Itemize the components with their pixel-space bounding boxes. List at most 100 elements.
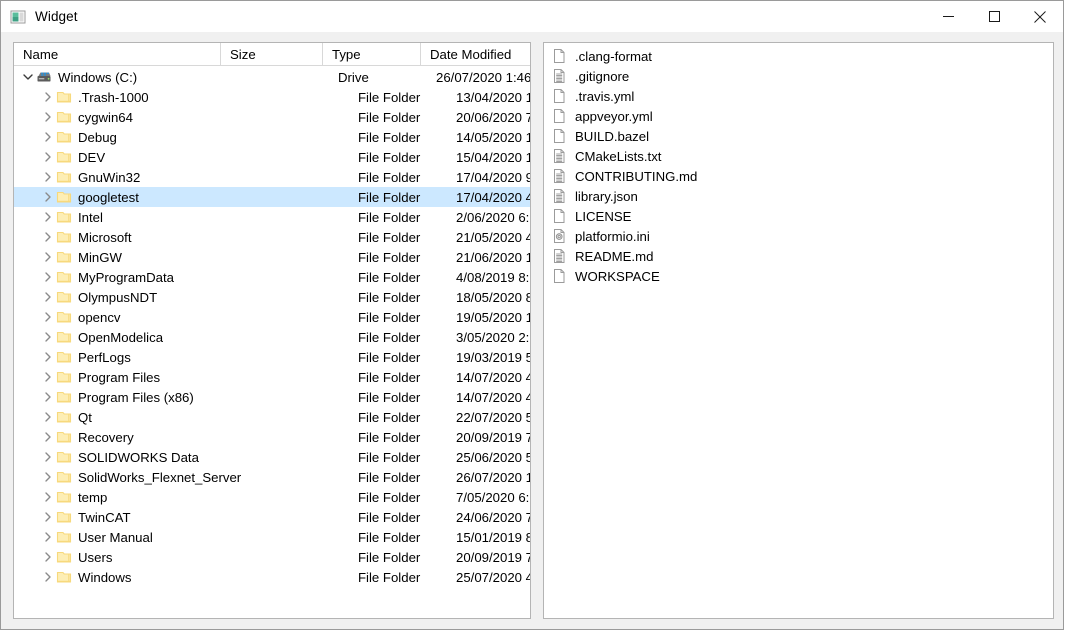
chevron-right-icon[interactable] xyxy=(40,169,56,185)
chevron-right-icon[interactable] xyxy=(40,309,56,325)
tree-row-date-cell: 24/06/2020 7:26 PM xyxy=(456,509,530,525)
tree-row[interactable]: TwinCAT File Folder 24/06/2020 7:26 PM xyxy=(14,507,530,527)
chevron-right-icon[interactable] xyxy=(40,189,56,205)
tree-row[interactable]: SolidWorks_Flexnet_Server File Folder 26/0… xyxy=(14,467,530,487)
title-bar: Widget xyxy=(1,1,1063,32)
file-list-item-label: README.md xyxy=(575,248,654,264)
chevron-right-icon[interactable] xyxy=(40,209,56,225)
tree-row-name-cell: Microsoft xyxy=(14,227,247,247)
file-list-item[interactable]: .clang-format xyxy=(544,46,1053,66)
tree-row[interactable]: Program Files File Folder 14/07/2020 4:31 … xyxy=(14,367,530,387)
tree-row-label: MinGW xyxy=(78,249,122,265)
file-list-item[interactable]: BUILD.bazel xyxy=(544,126,1053,146)
chevron-right-icon[interactable] xyxy=(40,409,56,425)
column-header-date[interactable]: Date Modified xyxy=(421,43,530,66)
tree-row-type-cell: File Folder xyxy=(358,389,421,405)
tree-row[interactable]: SOLIDWORKS Data File Folder 25/06/2020 5:1… xyxy=(14,447,530,467)
column-header-size[interactable]: Size xyxy=(221,43,323,66)
chevron-right-icon[interactable] xyxy=(40,369,56,385)
tree-row[interactable]: User Manual File Folder 15/01/2019 8:37 A.… xyxy=(14,527,530,547)
minimize-button[interactable] xyxy=(925,1,971,32)
chevron-right-icon[interactable] xyxy=(40,289,56,305)
chevron-right-icon[interactable] xyxy=(40,509,56,525)
chevron-right-icon[interactable] xyxy=(40,429,56,445)
tree-row-date-cell: 21/06/2020 11:41 ... xyxy=(456,249,530,265)
tree-row[interactable]: cygwin64 File Folder 20/06/2020 7:28 PM xyxy=(14,107,530,127)
tree-row[interactable]: MyProgramData File Folder 4/08/2019 8:57 A… xyxy=(14,267,530,287)
file-list-item[interactable]: README.md xyxy=(544,246,1053,266)
tree-row[interactable]: Users File Folder 20/09/2019 7:27 A... xyxy=(14,547,530,567)
tree-row[interactable]: GnuWin32 File Folder 17/04/2020 9:58 PM xyxy=(14,167,530,187)
chevron-right-icon[interactable] xyxy=(40,549,56,565)
file-list-item[interactable]: library.json xyxy=(544,186,1053,206)
content-area: Name Size Type Date Modified Windows (C:) Dr… xyxy=(1,32,1063,629)
file-list-item[interactable]: CMakeLists.txt xyxy=(544,146,1053,166)
chevron-right-icon[interactable] xyxy=(40,449,56,465)
chevron-right-icon[interactable] xyxy=(40,89,56,105)
column-header-name[interactable]: Name xyxy=(14,43,221,66)
tree-row-type-cell: File Folder xyxy=(358,169,421,185)
tree-row[interactable]: Intel File Folder 2/06/2020 6:53 PM xyxy=(14,207,530,227)
tree-row-label: Qt xyxy=(78,409,92,425)
tree-row[interactable]: googletest File Folder 17/04/2020 4:26 PM xyxy=(14,187,530,207)
tree-row[interactable]: Debug File Folder 14/05/2020 11:49 ... xyxy=(14,127,530,147)
chevron-right-icon[interactable] xyxy=(40,469,56,485)
tree-row-date-cell: 20/09/2019 7:27 A... xyxy=(456,549,530,565)
file-list-item[interactable]: .travis.yml xyxy=(544,86,1053,106)
column-header-type[interactable]: Type xyxy=(323,43,421,66)
chevron-down-icon[interactable] xyxy=(20,69,36,85)
maximize-button[interactable] xyxy=(971,1,1017,32)
tree-row-label: GnuWin32 xyxy=(78,169,141,185)
tree-row-label: Windows (C:) xyxy=(58,69,138,85)
tree-row[interactable]: .Trash-1000 File Folder 13/04/2020 10:36 .… xyxy=(14,87,530,107)
chevron-right-icon[interactable] xyxy=(40,229,56,245)
tree-row[interactable]: Windows File Folder 25/07/2020 4:57 PM xyxy=(14,567,530,587)
file-list-item[interactable]: .gitignore xyxy=(544,66,1053,86)
tree-row[interactable]: opencv File Folder 19/05/2020 11:58 ... xyxy=(14,307,530,327)
tree-row-date-cell: 13/04/2020 10:36 ... xyxy=(456,89,530,105)
tree-row-name-cell: Debug xyxy=(14,127,247,147)
tree-row-label: temp xyxy=(78,489,108,505)
folder-icon xyxy=(56,529,72,545)
chevron-right-icon[interactable] xyxy=(40,529,56,545)
tree-row[interactable]: DEV File Folder 15/04/2020 12:03 ... xyxy=(14,147,530,167)
tree-row[interactable]: MinGW File Folder 21/06/2020 11:41 ... xyxy=(14,247,530,267)
tree-row[interactable]: Windows (C:) Drive 26/07/2020 1:46 PM xyxy=(14,67,530,87)
chevron-right-icon[interactable] xyxy=(40,129,56,145)
tree-row[interactable]: PerfLogs File Folder 19/03/2019 5:52 PM xyxy=(14,347,530,367)
close-button[interactable] xyxy=(1017,1,1063,32)
tree-row-label: SOLIDWORKS Data xyxy=(78,449,199,465)
file-list-item[interactable]: appveyor.yml xyxy=(544,106,1053,126)
file-list-item[interactable]: WORKSPACE xyxy=(544,266,1053,286)
tree-row[interactable]: temp File Folder 7/05/2020 6:23 PM xyxy=(14,487,530,507)
chevron-right-icon[interactable] xyxy=(40,149,56,165)
chevron-right-icon[interactable] xyxy=(40,329,56,345)
folder-icon xyxy=(56,109,72,125)
chevron-right-icon[interactable] xyxy=(40,109,56,125)
tree-row-date-cell: 22/07/2020 5:54 PM xyxy=(456,409,530,425)
chevron-right-icon[interactable] xyxy=(40,489,56,505)
folder-icon xyxy=(56,369,72,385)
tree-row-date-cell: 20/06/2020 7:28 PM xyxy=(456,109,530,125)
chevron-right-icon[interactable] xyxy=(40,569,56,585)
file-list-item[interactable]: CONTRIBUTING.md xyxy=(544,166,1053,186)
tree-row[interactable]: Microsoft File Folder 21/05/2020 4:02 PM xyxy=(14,227,530,247)
tree-row[interactable]: Program Files (x86) File Folder 14/07/2020… xyxy=(14,387,530,407)
chevron-right-icon[interactable] xyxy=(40,349,56,365)
tree-row-name-cell: googletest xyxy=(14,187,247,207)
chevron-right-icon[interactable] xyxy=(40,389,56,405)
file-list-item[interactable]: platformio.ini xyxy=(544,226,1053,246)
tree-row[interactable]: OpenModelica File Folder 3/05/2020 2:13 PM xyxy=(14,327,530,347)
tree-row[interactable]: Recovery File Folder 20/09/2019 7:19 A... xyxy=(14,427,530,447)
chevron-right-icon[interactable] xyxy=(40,249,56,265)
folder-icon xyxy=(56,389,72,405)
chevron-right-icon[interactable] xyxy=(40,269,56,285)
tree-row-type-cell: File Folder xyxy=(358,489,421,505)
tree-row-name-cell: OpenModelica xyxy=(14,327,247,347)
tree-row-name-cell: OlympusNDT xyxy=(14,287,247,307)
tree-row[interactable]: Qt File Folder 22/07/2020 5:54 PM xyxy=(14,407,530,427)
tree-row-name-cell: SOLIDWORKS Data xyxy=(14,447,247,467)
tree-row[interactable]: OlympusNDT File Folder 18/05/2020 8:27 A..… xyxy=(14,287,530,307)
file-list-item-label: .travis.yml xyxy=(575,88,635,104)
file-list-item[interactable]: LICENSE xyxy=(544,206,1053,226)
